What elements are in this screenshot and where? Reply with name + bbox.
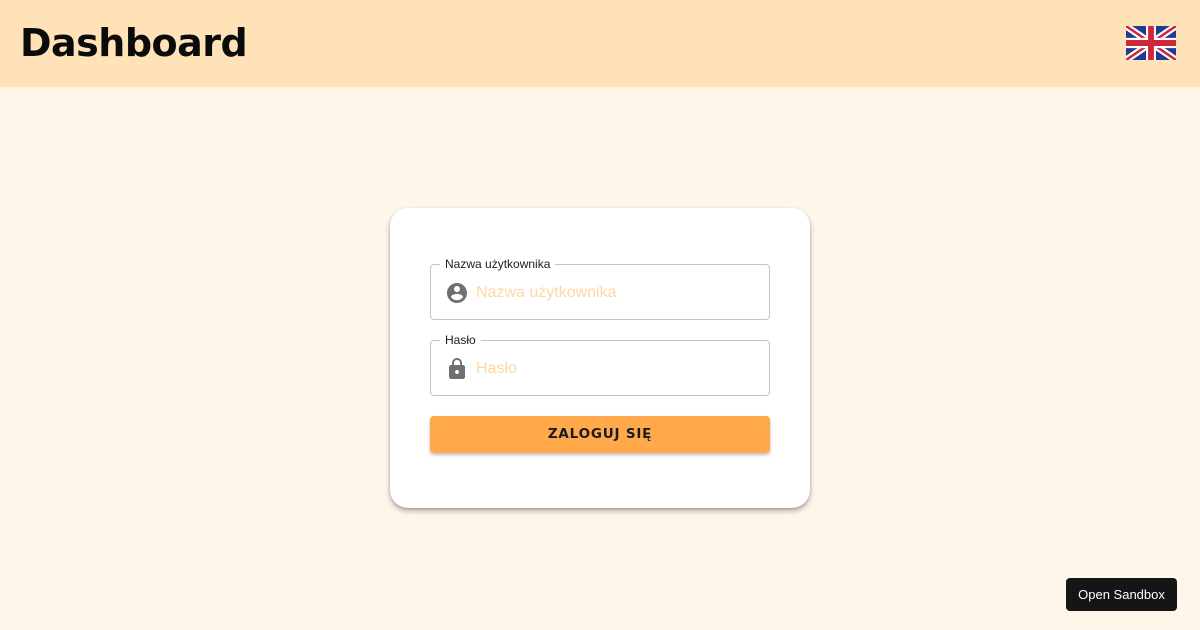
password-label: Hasło (440, 332, 481, 348)
username-label: Nazwa użytkownika (440, 256, 556, 272)
uk-flag-icon (1126, 26, 1176, 60)
account-circle-icon (445, 281, 469, 305)
password-field[interactable]: Hasło (430, 332, 770, 396)
username-input[interactable] (476, 281, 756, 305)
page-title: Dashboard (20, 21, 248, 65)
top-header: Dashboard (0, 0, 1200, 87)
login-button[interactable]: ZALOGUJ SIĘ (430, 416, 770, 453)
username-field[interactable]: Nazwa użytkownika (430, 256, 770, 320)
open-sandbox-button[interactable]: Open Sandbox (1066, 578, 1177, 611)
login-card: Nazwa użytkownika Hasło ZALOGUJ SIĘ (390, 208, 810, 508)
language-switch-button[interactable] (1126, 26, 1176, 60)
lock-icon (445, 357, 469, 381)
password-input[interactable] (476, 357, 756, 381)
